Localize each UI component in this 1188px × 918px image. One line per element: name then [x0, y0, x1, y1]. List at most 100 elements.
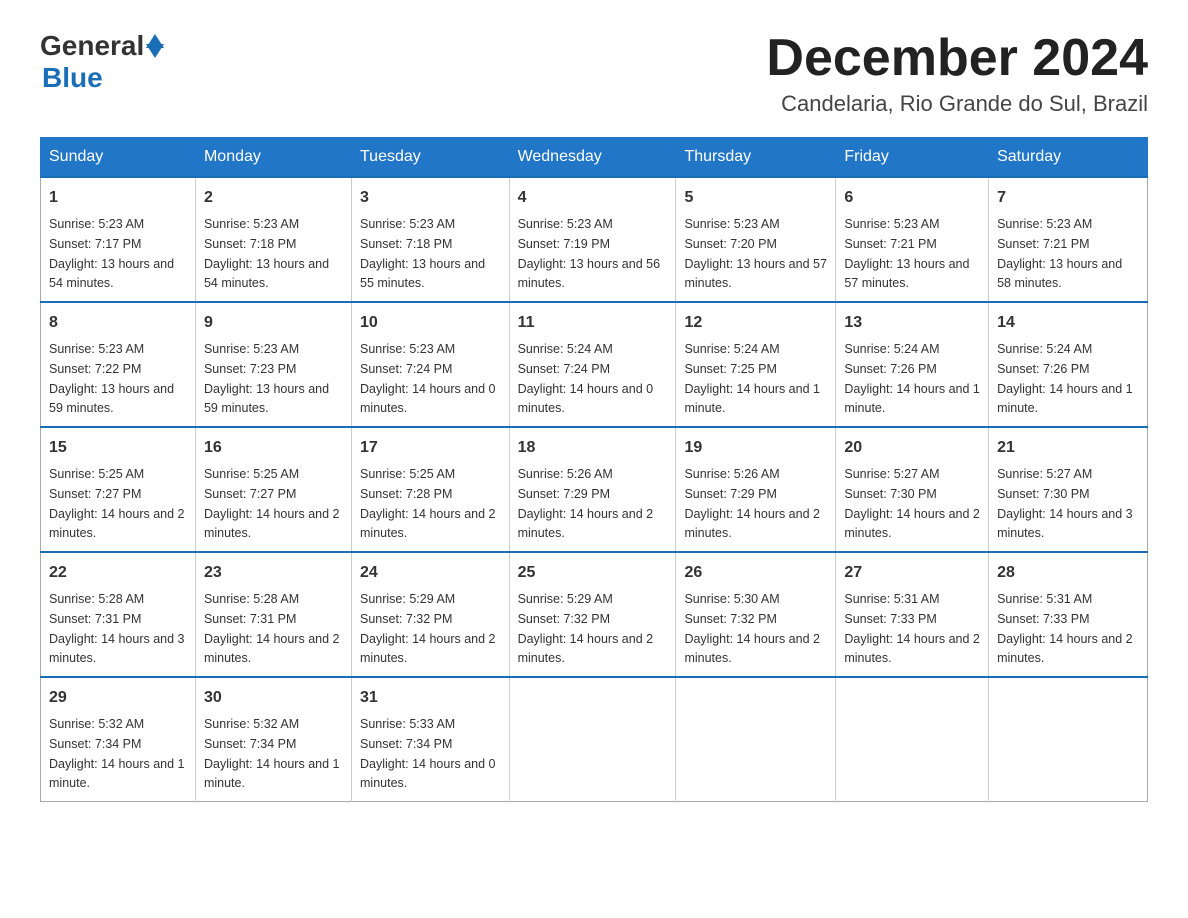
day-number: 6: [844, 186, 980, 210]
subtitle: Candelaria, Rio Grande do Sul, Brazil: [766, 91, 1148, 117]
calendar-cell: 11Sunrise: 5:24 AMSunset: 7:24 PMDayligh…: [509, 302, 676, 427]
calendar-cell: [836, 677, 989, 802]
day-number: 27: [844, 561, 980, 585]
day-info: Sunrise: 5:29 AMSunset: 7:32 PMDaylight:…: [360, 592, 496, 665]
day-info: Sunrise: 5:23 AMSunset: 7:19 PMDaylight:…: [518, 217, 660, 290]
calendar-cell: 28 Sunrise: 5:31 AMSunset: 7:33 PMDayligh…: [989, 552, 1148, 677]
day-info: Sunrise: 5:27 AMSunset: 7:30 PMDaylight:…: [844, 467, 980, 540]
day-number: 4: [518, 186, 668, 210]
header-day-friday: Friday: [836, 138, 989, 178]
calendar-cell: 26 Sunrise: 5:30 AMSunset: 7:32 PMDayligh…: [676, 552, 836, 677]
day-number: 9: [204, 311, 343, 335]
calendar-cell: 8Sunrise: 5:23 AMSunset: 7:22 PMDaylight…: [41, 302, 196, 427]
calendar-cell: 3 Sunrise: 5:23 AMSunset: 7:18 PMDaylight…: [352, 177, 510, 302]
day-info: Sunrise: 5:23 AMSunset: 7:17 PMDaylight:…: [49, 217, 174, 290]
day-info: Sunrise: 5:24 AMSunset: 7:25 PMDaylight:…: [684, 342, 820, 415]
day-number: 19: [684, 436, 827, 460]
calendar-header-row: SundayMondayTuesdayWednesdayThursdayFrid…: [41, 138, 1148, 178]
day-number: 2: [204, 186, 343, 210]
calendar-cell: 20 Sunrise: 5:27 AMSunset: 7:30 PMDayligh…: [836, 427, 989, 552]
day-number: 17: [360, 436, 501, 460]
calendar-cell: 19 Sunrise: 5:26 AMSunset: 7:29 PMDayligh…: [676, 427, 836, 552]
day-number: 20: [844, 436, 980, 460]
logo-blue-text: Blue: [42, 62, 103, 93]
day-info: Sunrise: 5:29 AMSunset: 7:32 PMDaylight:…: [518, 592, 654, 665]
calendar-cell: 31 Sunrise: 5:33 AMSunset: 7:34 PMDayligh…: [352, 677, 510, 802]
calendar-week-row: 22 Sunrise: 5:28 AMSunset: 7:31 PMDayligh…: [41, 552, 1148, 677]
calendar-cell: [509, 677, 676, 802]
day-info: Sunrise: 5:31 AMSunset: 7:33 PMDaylight:…: [997, 592, 1133, 665]
logo-general-text: General: [40, 30, 144, 62]
day-number: 25: [518, 561, 668, 585]
calendar-cell: 18 Sunrise: 5:26 AMSunset: 7:29 PMDayligh…: [509, 427, 676, 552]
calendar-cell: 12 Sunrise: 5:24 AMSunset: 7:25 PMDayligh…: [676, 302, 836, 427]
title-area: December 2024 Candelaria, Rio Grande do …: [766, 30, 1148, 117]
header-day-tuesday: Tuesday: [352, 138, 510, 178]
day-number: 18: [518, 436, 668, 460]
calendar-cell: 16Sunrise: 5:25 AMSunset: 7:27 PMDayligh…: [195, 427, 351, 552]
calendar-cell: 10 Sunrise: 5:23 AMSunset: 7:24 PMDayligh…: [352, 302, 510, 427]
calendar-cell: 22Sunrise: 5:28 AMSunset: 7:31 PMDayligh…: [41, 552, 196, 677]
day-info: Sunrise: 5:25 AMSunset: 7:28 PMDaylight:…: [360, 467, 496, 540]
day-number: 31: [360, 686, 501, 710]
day-info: Sunrise: 5:23 AMSunset: 7:23 PMDaylight:…: [204, 342, 329, 415]
day-number: 5: [684, 186, 827, 210]
day-info: Sunrise: 5:33 AMSunset: 7:34 PMDaylight:…: [360, 717, 496, 790]
day-info: Sunrise: 5:23 AMSunset: 7:21 PMDaylight:…: [997, 217, 1122, 290]
logo-icon: [146, 34, 164, 58]
day-info: Sunrise: 5:24 AMSunset: 7:26 PMDaylight:…: [844, 342, 980, 415]
calendar-week-row: 15 Sunrise: 5:25 AMSunset: 7:27 PMDayligh…: [41, 427, 1148, 552]
calendar-cell: 6 Sunrise: 5:23 AMSunset: 7:21 PMDaylight…: [836, 177, 989, 302]
calendar-cell: 13 Sunrise: 5:24 AMSunset: 7:26 PMDayligh…: [836, 302, 989, 427]
calendar-cell: 21 Sunrise: 5:27 AMSunset: 7:30 PMDayligh…: [989, 427, 1148, 552]
calendar-week-row: 1 Sunrise: 5:23 AMSunset: 7:17 PMDaylight…: [41, 177, 1148, 302]
day-number: 22: [49, 561, 187, 585]
day-info: Sunrise: 5:24 AMSunset: 7:26 PMDaylight:…: [997, 342, 1133, 415]
day-info: Sunrise: 5:23 AMSunset: 7:22 PMDaylight:…: [49, 342, 174, 415]
day-number: 26: [684, 561, 827, 585]
day-info: Sunrise: 5:27 AMSunset: 7:30 PMDaylight:…: [997, 467, 1133, 540]
calendar-cell: 9 Sunrise: 5:23 AMSunset: 7:23 PMDaylight…: [195, 302, 351, 427]
day-number: 13: [844, 311, 980, 335]
day-info: Sunrise: 5:28 AMSunset: 7:31 PMDaylight:…: [204, 592, 340, 665]
calendar-cell: 7Sunrise: 5:23 AMSunset: 7:21 PMDaylight…: [989, 177, 1148, 302]
day-number: 3: [360, 186, 501, 210]
calendar-cell: 23Sunrise: 5:28 AMSunset: 7:31 PMDayligh…: [195, 552, 351, 677]
calendar-cell: 27Sunrise: 5:31 AMSunset: 7:33 PMDayligh…: [836, 552, 989, 677]
calendar-cell: 5 Sunrise: 5:23 AMSunset: 7:20 PMDaylight…: [676, 177, 836, 302]
calendar-cell: 4 Sunrise: 5:23 AMSunset: 7:19 PMDaylight…: [509, 177, 676, 302]
calendar-week-row: 29 Sunrise: 5:32 AMSunset: 7:34 PMDayligh…: [41, 677, 1148, 802]
calendar-cell: 2Sunrise: 5:23 AMSunset: 7:18 PMDaylight…: [195, 177, 351, 302]
day-number: 29: [49, 686, 187, 710]
day-number: 21: [997, 436, 1139, 460]
calendar-cell: [676, 677, 836, 802]
calendar-cell: 30 Sunrise: 5:32 AMSunset: 7:34 PMDayligh…: [195, 677, 351, 802]
day-info: Sunrise: 5:30 AMSunset: 7:32 PMDaylight:…: [684, 592, 820, 665]
header-day-wednesday: Wednesday: [509, 138, 676, 178]
header-day-monday: Monday: [195, 138, 351, 178]
day-number: 28: [997, 561, 1139, 585]
day-number: 15: [49, 436, 187, 460]
calendar-cell: 17 Sunrise: 5:25 AMSunset: 7:28 PMDayligh…: [352, 427, 510, 552]
calendar-cell: 14 Sunrise: 5:24 AMSunset: 7:26 PMDayligh…: [989, 302, 1148, 427]
header-day-saturday: Saturday: [989, 138, 1148, 178]
calendar-cell: 1 Sunrise: 5:23 AMSunset: 7:17 PMDaylight…: [41, 177, 196, 302]
logo: General Blue: [40, 30, 164, 94]
day-info: Sunrise: 5:25 AMSunset: 7:27 PMDaylight:…: [49, 467, 185, 540]
day-number: 1: [49, 186, 187, 210]
day-info: Sunrise: 5:23 AMSunset: 7:21 PMDaylight:…: [844, 217, 969, 290]
day-number: 12: [684, 311, 827, 335]
day-info: Sunrise: 5:23 AMSunset: 7:18 PMDaylight:…: [360, 217, 485, 290]
day-info: Sunrise: 5:23 AMSunset: 7:20 PMDaylight:…: [684, 217, 826, 290]
calendar-cell: 25 Sunrise: 5:29 AMSunset: 7:32 PMDayligh…: [509, 552, 676, 677]
day-number: 30: [204, 686, 343, 710]
calendar-cell: 29Sunrise: 5:32 AMSunset: 7:34 PMDayligh…: [41, 677, 196, 802]
day-number: 10: [360, 311, 501, 335]
page-header: General Blue December 2024 Candelaria, R…: [40, 30, 1148, 117]
day-info: Sunrise: 5:26 AMSunset: 7:29 PMDaylight:…: [518, 467, 654, 540]
day-info: Sunrise: 5:25 AMSunset: 7:27 PMDaylight:…: [204, 467, 340, 540]
day-info: Sunrise: 5:23 AMSunset: 7:24 PMDaylight:…: [360, 342, 496, 415]
day-number: 14: [997, 311, 1139, 335]
day-info: Sunrise: 5:26 AMSunset: 7:29 PMDaylight:…: [684, 467, 820, 540]
day-info: Sunrise: 5:32 AMSunset: 7:34 PMDaylight:…: [204, 717, 340, 790]
